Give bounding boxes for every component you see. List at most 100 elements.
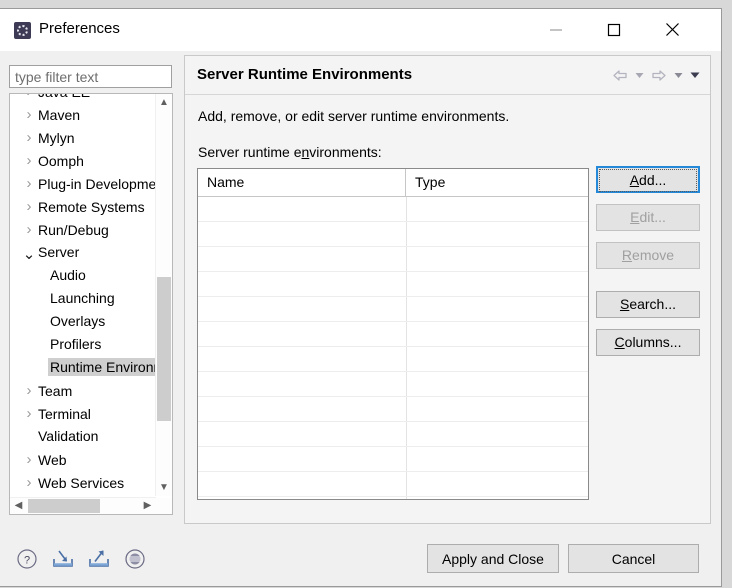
sidebar-item-mylyn[interactable]: › Mylyn	[10, 126, 156, 149]
cell-name	[198, 372, 407, 396]
back-button[interactable]	[610, 65, 630, 85]
chevron-right-icon[interactable]: ›	[22, 494, 36, 496]
chevron-right-icon[interactable]: ›	[22, 172, 36, 195]
chevron-right-icon[interactable]: ›	[22, 402, 36, 425]
vertical-scroll-thumb[interactable]	[157, 277, 171, 421]
table-row[interactable]	[198, 472, 588, 497]
sidebar-item-label: Overlays	[50, 313, 106, 329]
table-row[interactable]	[198, 247, 588, 272]
table-row[interactable]	[198, 397, 588, 422]
table-row[interactable]	[198, 497, 588, 499]
cell-type	[407, 397, 588, 421]
apply-and-close-button[interactable]: Apply and Close	[427, 544, 559, 573]
sidebar-item-remote-systems[interactable]: › Remote Systems	[10, 195, 156, 218]
chevron-right-icon[interactable]: ›	[22, 471, 36, 494]
sidebar-item-launching[interactable]: Launching	[10, 287, 156, 310]
sidebar-item-web-services[interactable]: › Web Services	[10, 471, 156, 494]
eclipse-icon	[14, 22, 31, 39]
chevron-right-icon[interactable]: ›	[22, 195, 36, 218]
sidebar-item-xml[interactable]: ›XML	[10, 494, 156, 496]
table-row[interactable]	[198, 197, 588, 222]
close-button[interactable]	[649, 9, 695, 50]
table-row[interactable]	[198, 272, 588, 297]
scroll-up-icon[interactable]: ▲	[156, 94, 172, 111]
chevron-right-icon[interactable]: ›	[22, 126, 36, 149]
window-title: Preferences	[39, 20, 120, 37]
navigation-toolbar	[610, 65, 701, 85]
sidebar-item-audio[interactable]: Audio	[10, 264, 156, 287]
runtime-environments-table[interactable]: Name Type	[197, 168, 589, 500]
sidebar-item-run-debug[interactable]: › Run/Debug	[10, 218, 156, 241]
page-title: Server Runtime Environments	[197, 66, 413, 83]
table-label: Server runtime environments:	[198, 144, 382, 160]
table-row[interactable]	[198, 322, 588, 347]
chevron-down-icon[interactable]: ⌄	[22, 243, 36, 266]
forward-arrow-icon	[652, 69, 666, 81]
scroll-right-icon[interactable]: ▶	[139, 498, 156, 514]
minimize-button[interactable]	[533, 9, 579, 50]
view-menu-button[interactable]	[688, 65, 701, 85]
back-arrow-icon	[613, 69, 627, 81]
chevron-right-icon[interactable]: ›	[22, 379, 36, 402]
chevron-right-icon[interactable]: ›	[22, 218, 36, 241]
help-button[interactable]: ?	[14, 546, 40, 572]
tree-horizontal-scrollbar[interactable]: ◀ ▶	[10, 497, 156, 514]
sidebar-item-java-ee[interactable]: ›Java EE	[10, 94, 156, 103]
sidebar-item-validation[interactable]: Validation	[10, 425, 156, 448]
import-preferences-button[interactable]	[50, 546, 76, 572]
maximize-icon	[607, 23, 621, 36]
columns-button[interactable]: Columns...	[596, 329, 700, 356]
scroll-down-icon[interactable]: ▼	[156, 479, 172, 496]
sidebar-item-label: Launching	[50, 290, 115, 306]
search-button[interactable]: Search...	[596, 291, 700, 318]
sidebar-item-label: Runtime Environments	[48, 358, 156, 376]
sidebar-item-server[interactable]: ⌄ Server	[10, 241, 156, 264]
sidebar-item-label: Server	[38, 244, 80, 260]
table-row[interactable]	[198, 372, 588, 397]
sidebar-item-web[interactable]: › Web	[10, 448, 156, 471]
table-row[interactable]	[198, 222, 588, 247]
tree-viewport: ›Install/Update›Java›Java EE›Maven›Mylyn…	[10, 94, 156, 496]
filter-input[interactable]	[9, 65, 172, 88]
chevron-right-icon[interactable]: ›	[22, 94, 36, 103]
import-preferences-icon	[53, 550, 73, 567]
column-header-name[interactable]: Name	[198, 169, 406, 196]
column-header-type[interactable]: Type	[406, 169, 588, 196]
sidebar-item-runtime-environments[interactable]: Runtime Environments	[10, 356, 156, 379]
content-pane: Server Runtime Environments Add, remove,…	[184, 55, 711, 524]
scroll-left-icon[interactable]: ◀	[10, 498, 27, 514]
dialog-body: ›Install/Update›Java›Java EE›Maven›Mylyn…	[0, 51, 721, 586]
horizontal-scroll-thumb[interactable]	[28, 499, 100, 513]
sidebar-item-team[interactable]: › Team	[10, 379, 156, 402]
table-row[interactable]	[198, 347, 588, 372]
sidebar-item-terminal[interactable]: › Terminal	[10, 402, 156, 425]
chevron-right-icon[interactable]: ›	[22, 103, 36, 126]
back-dropdown-button[interactable]	[633, 65, 646, 85]
cancel-button[interactable]: Cancel	[568, 544, 699, 573]
chevron-right-icon[interactable]: ›	[22, 149, 36, 172]
table-row[interactable]	[198, 447, 588, 472]
chevron-right-icon[interactable]: ›	[22, 448, 36, 471]
sidebar-item-label: Team	[38, 383, 73, 399]
sidebar-item-plug-in-development[interactable]: › Plug-in Development	[10, 172, 157, 195]
sidebar-item-oomph[interactable]: › Oomph	[10, 149, 156, 172]
sidebar-item-label: Oomph	[38, 153, 84, 169]
remove-button: Remove	[596, 242, 700, 269]
cell-type	[407, 322, 588, 346]
tree-vertical-scrollbar[interactable]: ▲ ▼	[155, 94, 172, 496]
sidebar-item-maven[interactable]: › Maven	[10, 103, 156, 126]
restore-defaults-button[interactable]	[122, 546, 148, 572]
forward-dropdown-button[interactable]	[672, 65, 685, 85]
maximize-button[interactable]	[591, 9, 637, 50]
table-row[interactable]	[198, 297, 588, 322]
footer-icon-bar: ?	[14, 546, 148, 572]
cell-name	[198, 197, 407, 221]
forward-button[interactable]	[649, 65, 669, 85]
export-preferences-button[interactable]	[86, 546, 112, 572]
button-label: Columns...	[614, 334, 682, 350]
sidebar-item-overlays[interactable]: Overlays	[10, 310, 156, 333]
sidebar-item-profilers[interactable]: Profilers	[10, 333, 156, 356]
add-button[interactable]: Add...	[596, 166, 700, 193]
table-row[interactable]	[198, 422, 588, 447]
